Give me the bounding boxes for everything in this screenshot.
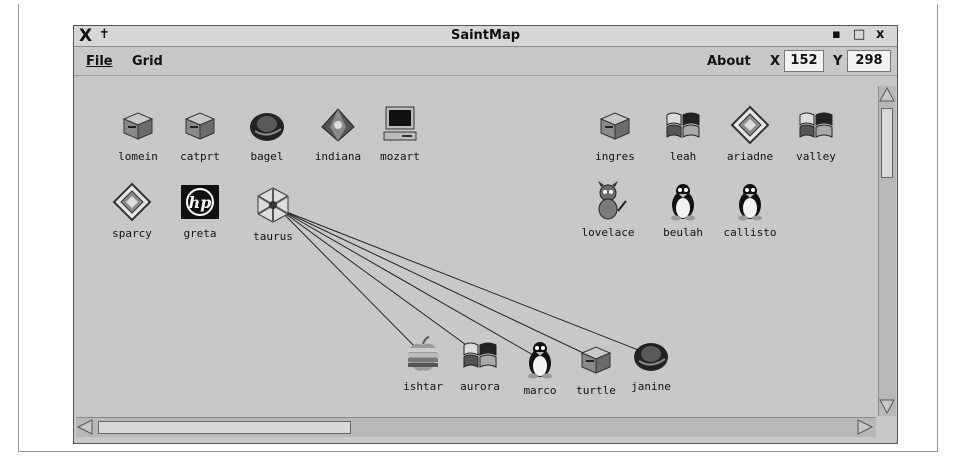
router-icon <box>253 185 293 225</box>
host-label: indiana <box>314 150 362 163</box>
scroll-right-arrow-icon[interactable] <box>856 418 875 437</box>
network-map-canvas[interactable]: lomein catprt bagel indiana mozart ingres leah… <box>75 77 876 414</box>
diamond-icon <box>112 182 152 222</box>
menu-bar: File Grid About X 152 Y 298 <box>74 47 897 76</box>
host-label: janine <box>631 380 671 393</box>
apple-icon <box>403 335 443 375</box>
x-coord-value: 152 <box>784 50 824 72</box>
gem-icon <box>318 105 358 145</box>
host-label: turtle <box>576 384 616 397</box>
host-turtle[interactable]: turtle <box>566 339 626 397</box>
printer-icon <box>118 105 158 145</box>
host-lovelace[interactable]: lovelace <box>578 181 638 239</box>
hp-logo-text: hp <box>189 193 212 212</box>
windows-icon <box>663 105 703 145</box>
workstation-icon <box>380 105 420 145</box>
host-label: lomein <box>118 150 158 163</box>
x-coord-label: X <box>770 54 781 69</box>
scroll-down-arrow-icon[interactable] <box>879 398 896 415</box>
host-sparcy[interactable]: sparcy <box>102 182 162 240</box>
title-bar[interactable]: X ✝ SaintMap ▪ □ x <box>74 26 897 47</box>
printer-icon <box>576 339 616 379</box>
host-label: greta <box>183 227 217 240</box>
host-label: catprt <box>180 150 220 163</box>
close-button[interactable]: x <box>876 27 884 42</box>
host-label: ariadne <box>726 150 774 163</box>
host-janine[interactable]: janine <box>621 335 681 393</box>
host-label: lovelace <box>581 226 635 239</box>
minimize-button[interactable]: ▪ <box>832 27 841 42</box>
host-ingres[interactable]: ingres <box>585 105 645 163</box>
host-label: beulah <box>663 226 703 239</box>
host-aurora[interactable]: aurora <box>450 335 510 393</box>
host-label: sparcy <box>112 227 152 240</box>
host-indiana[interactable]: indiana <box>308 105 368 163</box>
host-label: taurus <box>253 230 293 243</box>
bsd-daemon-icon <box>588 181 628 221</box>
tux-icon <box>730 181 770 221</box>
redhat-icon <box>247 105 287 145</box>
windows-icon <box>796 105 836 145</box>
scroll-corner <box>878 417 895 436</box>
host-label: valley <box>796 150 836 163</box>
diamond-icon <box>730 105 770 145</box>
printer-icon <box>595 105 635 145</box>
host-label: bagel <box>250 150 284 163</box>
host-callisto[interactable]: callisto <box>720 181 780 239</box>
host-lomein[interactable]: lomein <box>108 105 168 163</box>
host-label: mozart <box>380 150 420 163</box>
tux-icon <box>663 181 703 221</box>
host-label: aurora <box>460 380 500 393</box>
host-leah[interactable]: leah <box>653 105 713 163</box>
vertical-scrollbar[interactable] <box>878 86 896 416</box>
y-coord-value: 298 <box>847 50 891 72</box>
host-ishtar[interactable]: ishtar <box>393 335 453 393</box>
windows-icon <box>460 335 500 375</box>
hp-icon: hp <box>180 182 220 222</box>
vertical-scroll-thumb[interactable] <box>881 108 893 178</box>
host-valley[interactable]: valley <box>786 105 846 163</box>
menu-about[interactable]: About <box>707 54 751 69</box>
menu-grid[interactable]: Grid <box>132 54 163 69</box>
horizontal-scrollbar[interactable] <box>76 417 876 437</box>
host-greta[interactable]: hp greta <box>170 182 230 240</box>
host-label: callisto <box>723 226 777 239</box>
printer-icon <box>180 105 220 145</box>
host-bagel[interactable]: bagel <box>237 105 297 163</box>
tux-icon <box>520 339 560 379</box>
link-taurus-aurora <box>278 208 481 356</box>
horizontal-scroll-thumb[interactable] <box>98 421 351 434</box>
host-label: ingres <box>595 150 635 163</box>
host-marco[interactable]: marco <box>510 339 570 397</box>
redhat-icon <box>631 335 671 375</box>
host-label: ishtar <box>403 380 443 393</box>
host-label: marco <box>523 384 557 397</box>
host-ariadne[interactable]: ariadne <box>720 105 780 163</box>
window-title: SaintMap <box>450 28 521 43</box>
y-coord-label: Y <box>833 54 843 69</box>
host-label: leah <box>669 150 697 163</box>
host-beulah[interactable]: beulah <box>653 181 713 239</box>
scroll-left-arrow-icon[interactable] <box>76 418 95 437</box>
host-mozart[interactable]: mozart <box>370 105 430 163</box>
menu-file-label: File <box>86 54 113 69</box>
saintmap-window: X ✝ SaintMap ▪ □ x File Grid About X 152… <box>73 25 898 444</box>
menu-file[interactable]: File <box>86 54 113 69</box>
maximize-button[interactable]: □ <box>853 27 865 42</box>
scroll-up-arrow-icon[interactable] <box>879 86 896 103</box>
host-catprt[interactable]: catprt <box>170 105 230 163</box>
host-taurus[interactable]: taurus <box>243 185 303 243</box>
